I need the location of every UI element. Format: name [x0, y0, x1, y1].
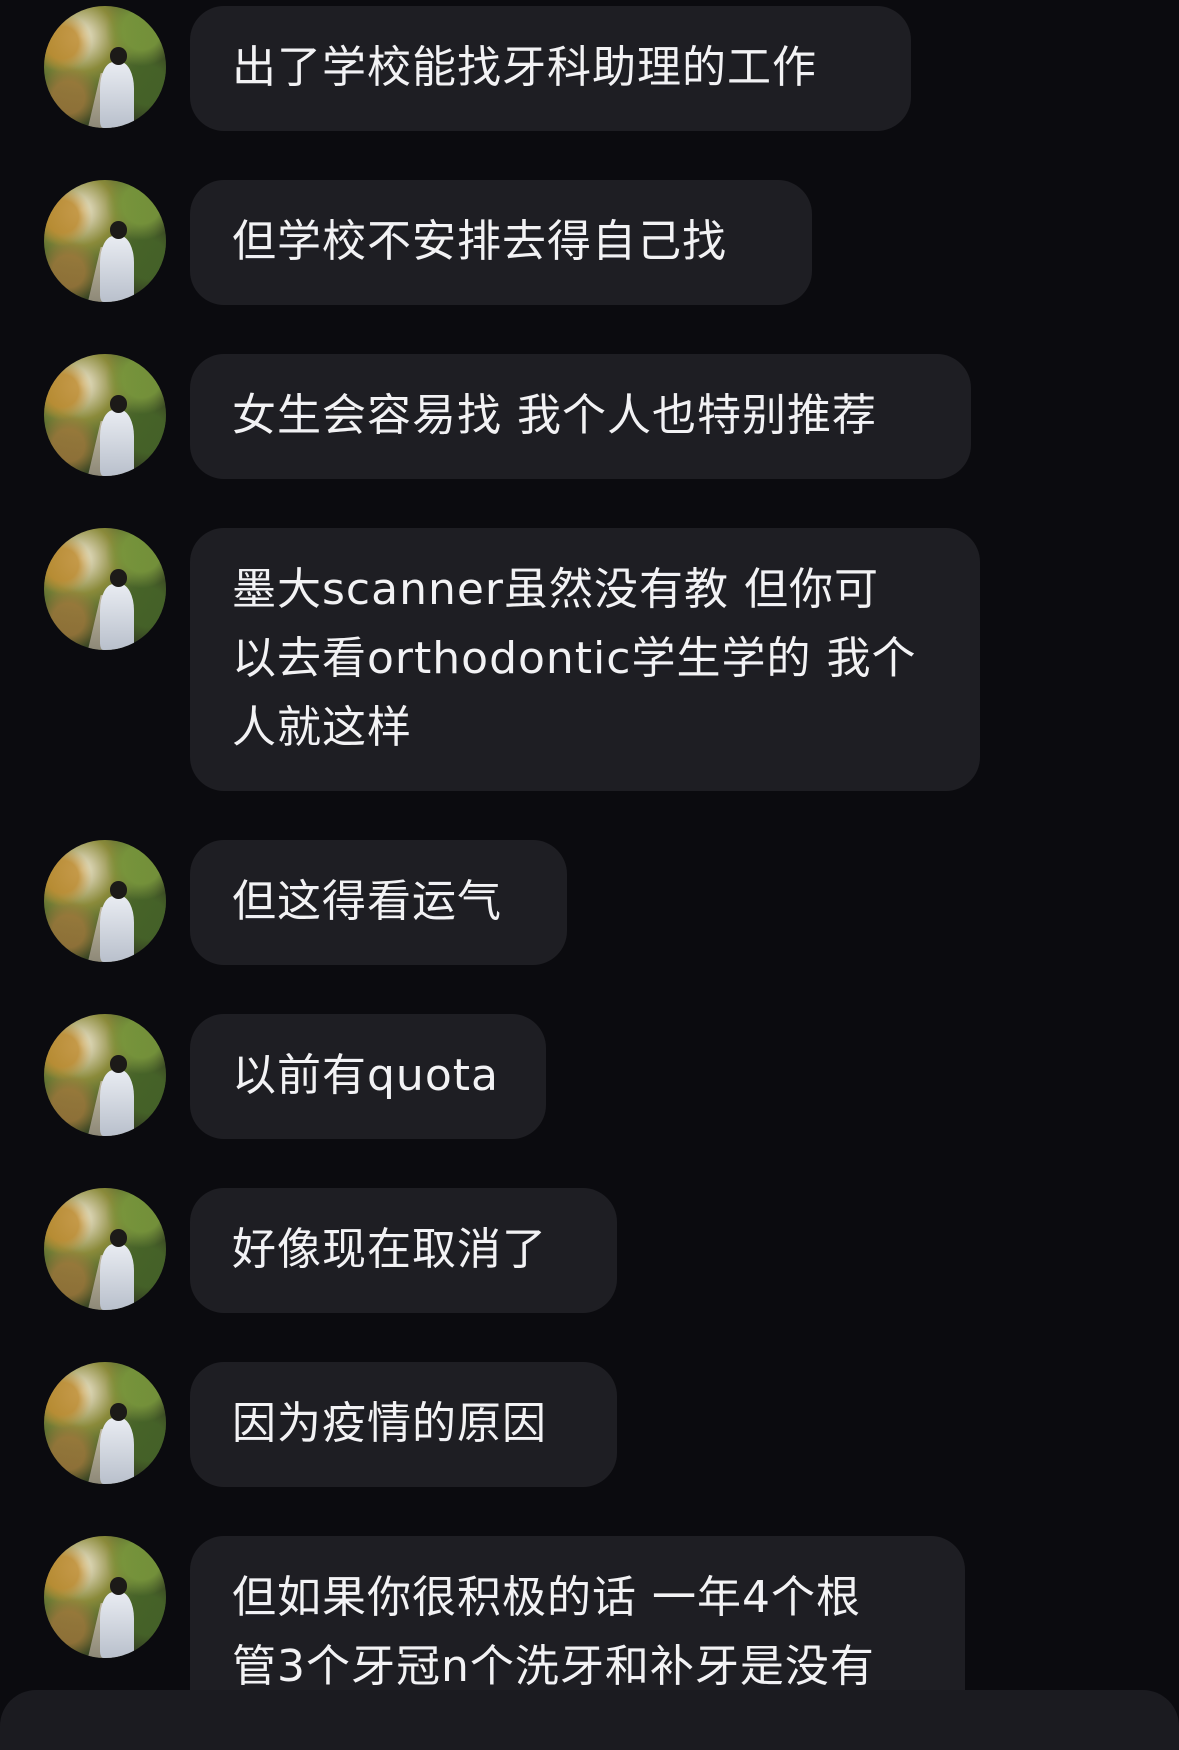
- avatar[interactable]: [44, 840, 166, 962]
- avatar[interactable]: [44, 180, 166, 302]
- avatar[interactable]: [44, 354, 166, 476]
- message-bubble[interactable]: 但学校不安排去得自己找: [190, 180, 812, 305]
- avatar[interactable]: [44, 1536, 166, 1658]
- message-bubble[interactable]: 好像现在取消了: [190, 1188, 617, 1313]
- avatar[interactable]: [44, 1014, 166, 1136]
- message-bubble[interactable]: 出了学校能找牙科助理的工作: [190, 6, 911, 131]
- avatar[interactable]: [44, 1362, 166, 1484]
- input-bar[interactable]: [0, 1690, 1179, 1750]
- message-bubble[interactable]: 女生会容易找 我个人也特别推荐: [190, 354, 971, 479]
- message-bubble[interactable]: 以前有quota: [190, 1014, 546, 1139]
- avatar[interactable]: [44, 1188, 166, 1310]
- avatar[interactable]: [44, 528, 166, 650]
- message-bubble[interactable]: 墨大scanner虽然没有教 但你可 以去看orthodontic学生学的 我个…: [190, 528, 980, 791]
- message-bubble[interactable]: 但这得看运气: [190, 840, 567, 965]
- avatar[interactable]: [44, 6, 166, 128]
- message-bubble[interactable]: 因为疫情的原因: [190, 1362, 617, 1487]
- chat-thread: 出了学校能找牙科助理的工作 但学校不安排去得自己找 女生会容易找 我个人也特别推…: [0, 0, 1179, 1750]
